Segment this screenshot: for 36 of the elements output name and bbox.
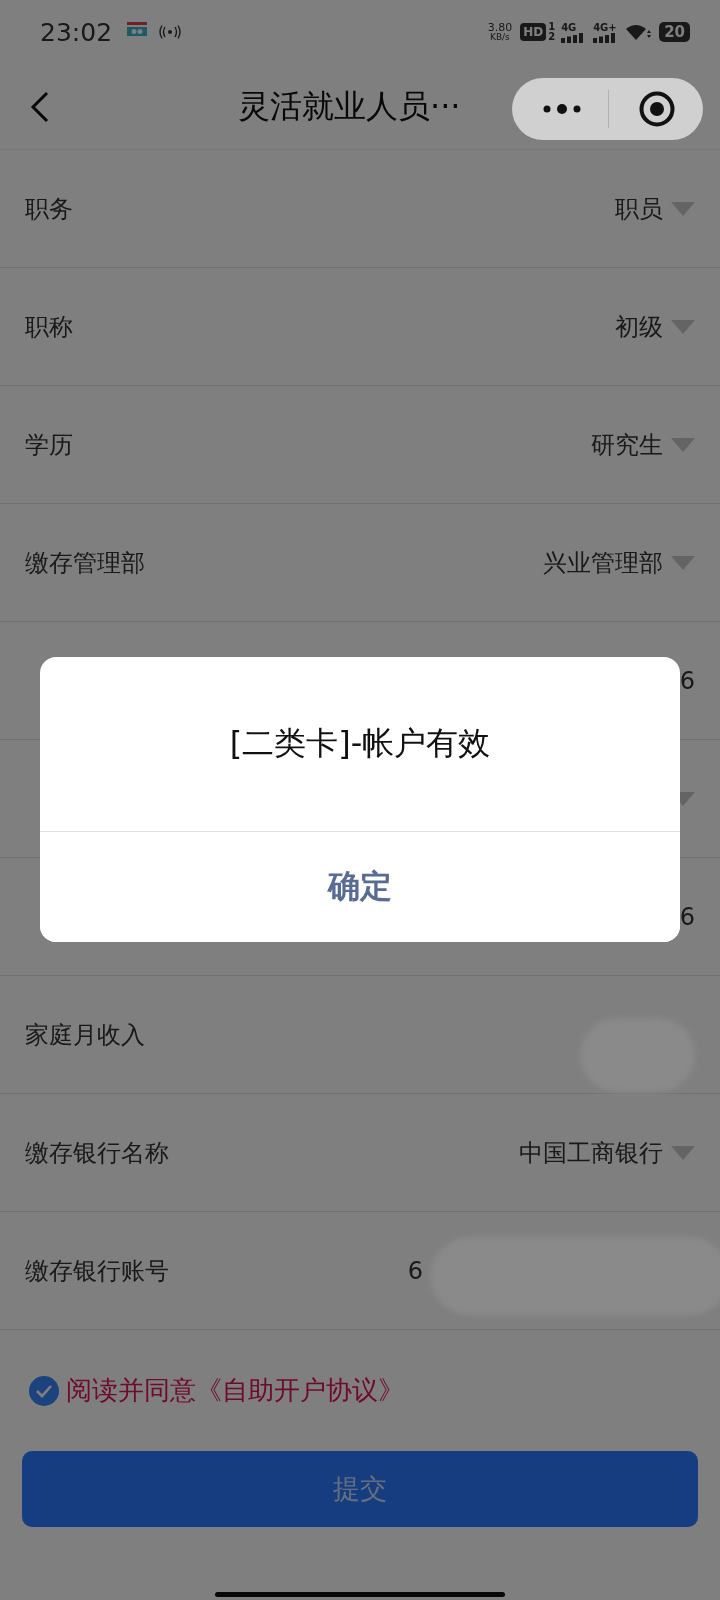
field-value: 初级: [615, 311, 663, 343]
field-value: 研究生: [591, 429, 663, 461]
field-value: 中国工商银行: [519, 1137, 663, 1169]
back-icon[interactable]: [30, 90, 50, 123]
network-speed: 3.80: [487, 22, 513, 33]
more-icon[interactable]: [542, 103, 582, 115]
checked-circle-icon[interactable]: [28, 1374, 60, 1407]
field-value: 6: [679, 666, 695, 695]
submit-button[interactable]: 提交: [22, 1451, 698, 1527]
field-label: 家庭月收入: [25, 1019, 145, 1051]
network-speed-unit: KB/s: [490, 33, 510, 42]
network-type: 4G: [561, 21, 578, 33]
field-label: 职务: [25, 193, 73, 225]
field-value: 6: [679, 902, 695, 931]
field-label: 缴存管理部: [25, 547, 145, 579]
field-label: 缴存银行账号: [25, 1255, 169, 1287]
sim-number: 2: [548, 32, 556, 42]
network-type: 4G+: [593, 21, 618, 33]
close-target-icon[interactable]: [639, 91, 675, 127]
field-value: 6: [407, 1256, 423, 1285]
sim-number: 1: [548, 22, 556, 32]
signal-icon: [593, 32, 618, 43]
field-value: 兴业管理部: [543, 547, 663, 579]
battery-level: 20: [659, 22, 690, 42]
field-label: 缴存银行名称: [25, 1137, 169, 1169]
wifi-icon: [625, 23, 652, 41]
field-label: 学历: [25, 429, 73, 461]
signal-icon: [561, 32, 586, 43]
dialog-message: [二类卡]-帐户有效: [229, 723, 491, 764]
page-title: 灵活就业人员···: [238, 85, 461, 127]
field-value: 职员: [615, 193, 663, 225]
hotspot-icon: [158, 25, 183, 39]
status-time: 23:02: [40, 17, 113, 47]
field-label: 职称: [25, 311, 73, 343]
agreement-text[interactable]: 阅读并同意《自助开户协议》: [66, 1373, 404, 1408]
hd-badge: HD: [520, 23, 547, 41]
